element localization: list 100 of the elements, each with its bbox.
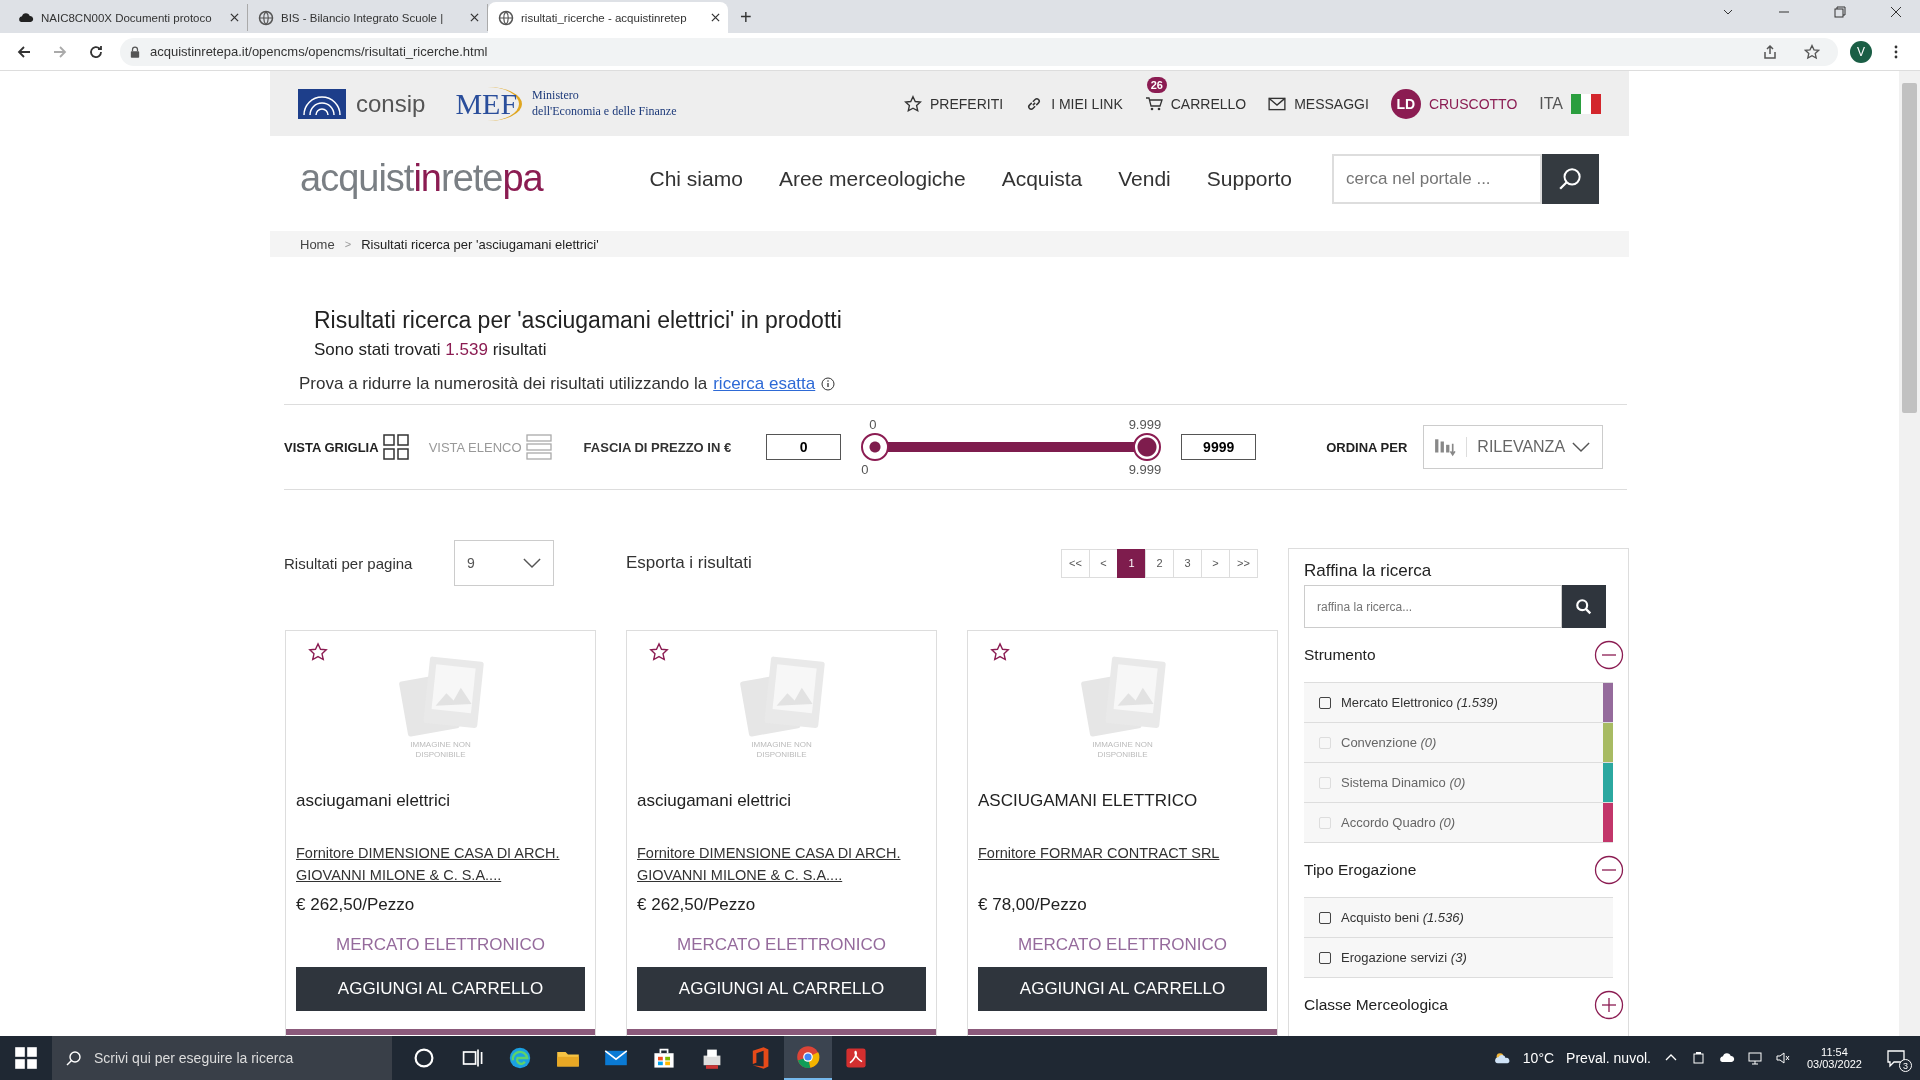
slider-label: 0 bbox=[869, 417, 877, 432]
reload-icon[interactable] bbox=[88, 43, 104, 60]
search-field[interactable]: cerca nel portale ... bbox=[1332, 153, 1542, 204]
clock-date[interactable]: 03/03/2022 bbox=[1806, 1058, 1862, 1070]
price-slider-track[interactable] bbox=[861, 433, 1162, 461]
add-to-cart-button[interactable]: AGGIUNGI AL CARRELLO bbox=[637, 966, 926, 1011]
nav-link[interactable]: Supporto bbox=[1206, 166, 1292, 191]
nav-link[interactable]: Chi siamo bbox=[649, 166, 743, 191]
product-name: asciugamani elettrici bbox=[296, 790, 451, 812]
temperature-text[interactable]: 10°C bbox=[1516, 1050, 1561, 1066]
header-link[interactable]: PREFERITI bbox=[904, 94, 1004, 113]
expand-icon[interactable] bbox=[1594, 990, 1624, 1020]
slider-thumb[interactable] bbox=[861, 433, 890, 461]
image-placeholder-text: IMMAGINE NON DISPONIBILE bbox=[750, 740, 813, 761]
filter-section-title: Classe Merceologica bbox=[1304, 996, 1448, 1014]
browser-tab[interactable]: NAIC8CN00X Documenti protoco bbox=[8, 4, 248, 31]
pagination-button[interactable]: << bbox=[1061, 548, 1090, 578]
weather-text[interactable]: Preval. nuvol. bbox=[1560, 1050, 1657, 1066]
collapse-icon[interactable] bbox=[1594, 855, 1624, 885]
view-toggle[interactable]: VISTA GRIGLIA bbox=[284, 434, 409, 460]
filter-option-label[interactable]: Mercato Elettronico (1.539) bbox=[1341, 695, 1498, 710]
results-title: Risultati ricerca per 'asciugamani elettrici' in prodotti bbox=[314, 307, 843, 334]
italian-flag-icon bbox=[1571, 93, 1601, 114]
nav-link[interactable]: Aree merceologiche bbox=[778, 166, 966, 191]
share-icon[interactable] bbox=[1762, 43, 1778, 60]
star-icon[interactable] bbox=[1804, 43, 1820, 60]
mef-logo-text: MEF bbox=[453, 86, 523, 121]
product-name: asciugamani elettrici bbox=[637, 790, 792, 812]
pagination-button[interactable]: 1 bbox=[1117, 548, 1146, 578]
close-icon[interactable] bbox=[1890, 5, 1902, 18]
refine-search-field[interactable]: raffina la ricerca... bbox=[1304, 585, 1562, 628]
ministry-name: Ministero bbox=[532, 87, 580, 104]
close-icon[interactable] bbox=[470, 13, 479, 22]
profile-avatar[interactable]: V bbox=[1850, 40, 1872, 63]
search-button[interactable] bbox=[1542, 153, 1599, 204]
site-logo[interactable]: acquistinretepa bbox=[300, 157, 543, 200]
min-price-field[interactable]: 0 bbox=[766, 434, 842, 460]
pagination-button[interactable]: 2 bbox=[1145, 548, 1174, 578]
star-icon[interactable] bbox=[308, 642, 328, 662]
per-page-dropdown[interactable]: 9 bbox=[454, 540, 554, 586]
supplier-link[interactable]: Fornitore FORMAR CONTRACT SRL bbox=[978, 842, 1267, 891]
product-price: € 262,50/Pezzo bbox=[637, 894, 757, 915]
globe-icon bbox=[498, 9, 514, 26]
consip-logo-text: consip bbox=[356, 89, 426, 118]
breadcrumb-link[interactable]: Risultati ricerca per 'asciugamani elettrici' bbox=[361, 236, 599, 252]
nav-link[interactable]: Vendi bbox=[1118, 166, 1171, 191]
breadcrumb-link[interactable]: Home bbox=[300, 236, 335, 252]
address-bar[interactable]: acquistinretepa.it/opencms/opencms/risultati_ricerche.html bbox=[120, 37, 1838, 66]
slider-thumb[interactable] bbox=[1133, 433, 1162, 461]
header-link[interactable]: MESSAGGI bbox=[1268, 94, 1369, 113]
browser-tab[interactable]: risultati_ricerche - acquistinretep bbox=[488, 2, 728, 33]
header-link[interactable]: I MIEI LINK bbox=[1025, 94, 1123, 113]
header-link[interactable]: LD CRUSCOTTO bbox=[1390, 88, 1518, 119]
info-icon[interactable] bbox=[821, 377, 836, 391]
breadcrumb-separator: > bbox=[344, 238, 352, 250]
search-icon bbox=[1557, 165, 1584, 192]
star-icon[interactable] bbox=[649, 642, 669, 662]
scrollbar-thumb[interactable] bbox=[1902, 83, 1917, 413]
checkbox[interactable] bbox=[1319, 911, 1331, 924]
new-tab-button[interactable]: + bbox=[728, 6, 764, 33]
star-icon[interactable] bbox=[990, 642, 1010, 662]
clock-time[interactable]: 11:54 bbox=[1821, 1046, 1848, 1058]
add-to-cart-button[interactable]: AGGIUNGI AL CARRELLO bbox=[978, 966, 1267, 1011]
pagination-button[interactable]: 3 bbox=[1173, 548, 1202, 578]
search-button[interactable] bbox=[1562, 585, 1606, 628]
star-icon bbox=[904, 94, 922, 113]
close-icon[interactable] bbox=[711, 13, 720, 22]
product-price: € 78,00/Pezzo bbox=[978, 894, 1088, 915]
add-to-cart-button[interactable]: AGGIUNGI AL CARRELLO bbox=[296, 966, 585, 1011]
search-icon bbox=[66, 1050, 82, 1066]
sort-dropdown[interactable]: RILEVANZA bbox=[1423, 425, 1604, 469]
exact-search-link[interactable]: ricerca esatta bbox=[713, 374, 816, 394]
max-price-field[interactable]: 9999 bbox=[1181, 434, 1257, 460]
language-selector[interactable]: ITA bbox=[1539, 94, 1563, 113]
chevron-down-icon bbox=[1572, 441, 1591, 453]
results-count-label: Sono stati trovati bbox=[314, 340, 441, 359]
filter-option-label[interactable]: Acquisto beni (1.536) bbox=[1341, 910, 1464, 925]
ministry-name: dell'Economia e delle Finanze bbox=[532, 103, 677, 120]
cart-icon bbox=[1144, 94, 1163, 113]
filter-option-label[interactable]: Erogazione servizi (3) bbox=[1341, 950, 1467, 965]
header-link[interactable]: CARRELLO bbox=[1144, 94, 1247, 113]
product-name: ASCIUGAMANI ELETTRICO bbox=[978, 790, 1199, 812]
checkbox[interactable] bbox=[1319, 951, 1331, 964]
user-avatar: LD bbox=[1390, 88, 1421, 119]
collapse-icon[interactable] bbox=[1594, 640, 1624, 670]
taskbar-search-field[interactable]: Scrivi qui per eseguire la ricerca bbox=[52, 1036, 392, 1080]
consip-logo-icon bbox=[298, 88, 346, 119]
nav-link[interactable]: Acquista bbox=[1001, 166, 1083, 191]
export-link[interactable]: Esporta i risultati bbox=[626, 553, 752, 573]
pagination-button[interactable]: > bbox=[1201, 548, 1230, 578]
product-price: € 262,50/Pezzo bbox=[296, 894, 416, 915]
supplier-link[interactable]: Fornitore DIMENSIONE CASA DI ARCH. GIOVANNI MILONE & C. S.A.... bbox=[296, 842, 585, 891]
close-icon[interactable] bbox=[230, 13, 239, 22]
supplier-link[interactable]: Fornitore DIMENSIONE CASA DI ARCH. GIOVANNI MILONE & C. S.A.... bbox=[637, 842, 926, 891]
grid-icon bbox=[382, 434, 409, 460]
checkbox[interactable] bbox=[1319, 696, 1331, 709]
channel-label: MERCATO ELETTRONICO bbox=[1016, 934, 1229, 955]
restore-icon[interactable] bbox=[1834, 5, 1846, 18]
pagination-button[interactable]: >> bbox=[1229, 548, 1258, 578]
back-icon[interactable] bbox=[16, 43, 32, 60]
